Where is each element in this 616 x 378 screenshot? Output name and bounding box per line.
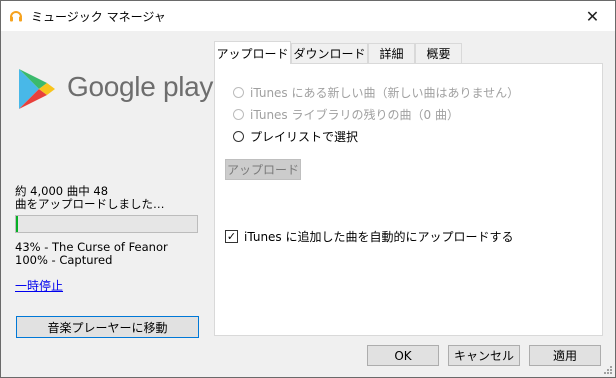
option-label: iTunes にある新しい曲（新しい曲はありません） — [250, 86, 520, 100]
status-line-2: 曲をアップロードしました… — [15, 197, 165, 211]
close-icon: ✕ — [585, 6, 600, 26]
google-play-wordmark: Google play — [67, 71, 214, 102]
headphones-icon — [10, 11, 22, 22]
pause-link[interactable]: 一時停止 — [15, 277, 63, 294]
option-new-itunes-songs[interactable]: iTunes にある新しい曲（新しい曲はありません） — [233, 84, 519, 101]
google-play-logo-icon — [19, 69, 55, 109]
radio-select-playlist[interactable] — [233, 131, 244, 142]
track-item: 100% - Captured — [15, 253, 113, 267]
auto-upload-option[interactable]: ✓ iTunes に追加した曲を自動的にアップロードする — [225, 228, 514, 245]
track-list: 43% - The Curse of Feanor 100% - Capture… — [15, 241, 168, 267]
upload-progress-bar — [15, 215, 198, 233]
apply-button[interactable]: 適用 — [529, 345, 601, 366]
progress-fill — [16, 216, 19, 232]
title-bar[interactable]: ミュージック マネージャ ✕ — [1, 1, 615, 31]
tab-about[interactable]: 概要 — [415, 43, 462, 63]
close-button[interactable]: ✕ — [570, 1, 615, 31]
upload-button[interactable]: アップロード — [225, 159, 301, 180]
upload-tab-panel: iTunes にある新しい曲（新しい曲はありません） iTunes ライブラリの… — [214, 63, 603, 336]
auto-upload-label: iTunes に追加した曲を自動的にアップロードする — [244, 230, 514, 244]
go-to-music-player-button[interactable]: 音楽プレーヤーに移動 — [16, 316, 199, 338]
radio-new-songs[interactable] — [233, 87, 244, 98]
tab-details[interactable]: 詳細 — [368, 43, 415, 63]
google-play-logo: Google play — [17, 67, 213, 115]
music-manager-window: ミュージック マネージャ ✕ Google play 約 4,000 曲中 48… — [0, 0, 616, 378]
tab-upload[interactable]: アップロード — [214, 41, 291, 64]
cancel-button[interactable]: キャンセル — [448, 345, 520, 366]
option-select-playlist[interactable]: プレイリストで選択 — [233, 128, 358, 145]
ok-button[interactable]: OK — [367, 345, 439, 366]
checkmark-icon: ✓ — [226, 230, 237, 243]
resize-grip-icon[interactable] — [602, 364, 612, 374]
window-title: ミュージック マネージャ — [31, 10, 166, 24]
auto-upload-checkbox[interactable]: ✓ — [225, 230, 238, 243]
tab-download[interactable]: ダウンロード — [291, 43, 368, 63]
option-label: プレイリストで選択 — [250, 130, 359, 144]
radio-remaining-library[interactable] — [233, 109, 244, 120]
option-remaining-library[interactable]: iTunes ライブラリの残りの曲（0 曲） — [233, 106, 459, 123]
option-label: iTunes ライブラリの残りの曲（0 曲） — [250, 108, 459, 122]
upload-status: 約 4,000 曲中 48 曲をアップロードしました… — [15, 185, 165, 211]
